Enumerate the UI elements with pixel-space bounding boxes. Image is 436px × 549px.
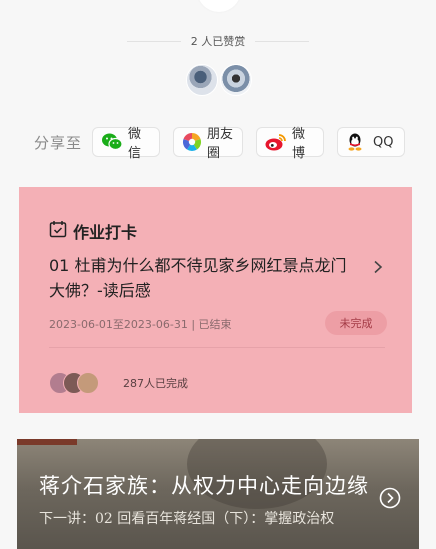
avatar bbox=[77, 372, 99, 394]
divider-line bbox=[126, 40, 181, 42]
praiser-avatars[interactable] bbox=[186, 64, 256, 96]
qq-icon bbox=[346, 132, 368, 152]
homework-date-range: 2023-06-01至2023-06-31 | 已结束 bbox=[49, 318, 232, 331]
completed-count: 287人已完成 bbox=[123, 377, 188, 390]
homework-card-inner: 作业打卡 01 杜甫为什么都不待见家乡网红景点龙门大佛？-读后感 2023-06… bbox=[29, 201, 401, 395]
praise-row: 2 人已赞赏 bbox=[0, 32, 436, 50]
share-qq-button[interactable]: QQ bbox=[337, 127, 406, 157]
divider bbox=[49, 347, 385, 348]
course-cover-decoration bbox=[17, 439, 77, 445]
homework-title: 作业打卡 bbox=[73, 223, 138, 242]
share-moments-label: 朋友圈 bbox=[207, 127, 234, 161]
course-title: 蒋介石家族：从权力中心走向边缘 bbox=[39, 474, 369, 498]
completed-avatars bbox=[49, 372, 109, 394]
moments-icon bbox=[182, 132, 202, 152]
status-badge: 未完成 bbox=[325, 311, 387, 335]
share-weibo-label: 微博 bbox=[292, 127, 306, 161]
chevron-right-icon[interactable] bbox=[373, 259, 383, 278]
share-row: 分享至 微信 朋友圈 微博 QQ bbox=[34, 126, 418, 161]
praise-count: 2 人已赞赏 bbox=[190, 35, 246, 48]
avatar[interactable] bbox=[220, 64, 252, 96]
course-next-lesson: 下一讲：02 回看百年蒋经国（下）：掌握政治权 bbox=[39, 511, 335, 527]
top-partial-circle bbox=[197, 0, 241, 12]
course-card[interactable]: 蒋介石家族：从权力中心走向边缘 下一讲：02 回看百年蒋经国（下）：掌握政治权 bbox=[17, 439, 419, 549]
divider-line bbox=[255, 40, 310, 42]
avatar[interactable] bbox=[186, 64, 218, 96]
share-weibo-button[interactable]: 微博 bbox=[256, 127, 325, 161]
calendar-check-icon bbox=[49, 220, 67, 242]
homework-topic[interactable]: 01 杜甫为什么都不待见家乡网红景点龙门大佛？-读后感 bbox=[49, 253, 359, 303]
share-wechat-button[interactable]: 微信 bbox=[92, 127, 161, 161]
share-moments-button[interactable]: 朋友圈 bbox=[173, 127, 244, 161]
arrow-circle-right-icon[interactable] bbox=[379, 487, 401, 513]
wechat-icon bbox=[101, 132, 123, 152]
homework-header: 作业打卡 bbox=[49, 219, 137, 243]
share-qq-label: QQ bbox=[373, 134, 394, 150]
share-wechat-label: 微信 bbox=[128, 127, 142, 161]
share-label: 分享至 bbox=[34, 133, 83, 152]
weibo-icon bbox=[265, 132, 287, 152]
homework-card[interactable]: 作业打卡 01 杜甫为什么都不待见家乡网红景点龙门大佛？-读后感 2023-06… bbox=[19, 187, 412, 413]
